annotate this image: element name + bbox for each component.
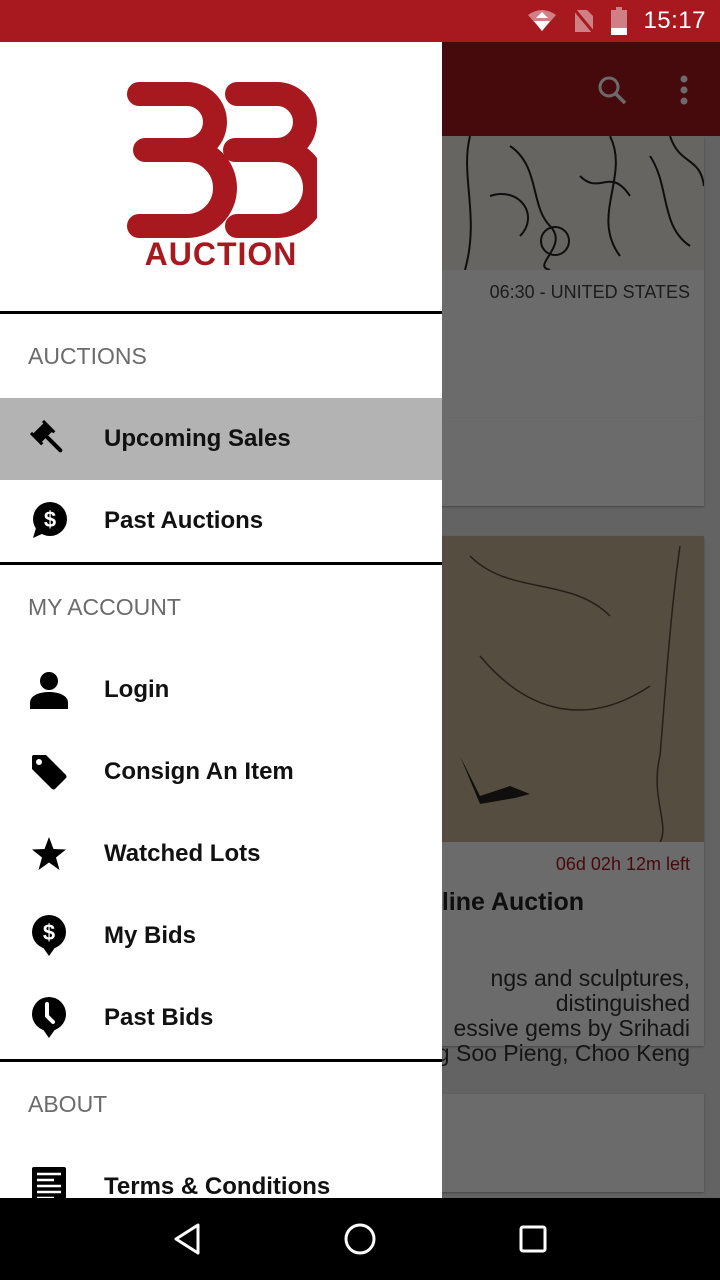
clock-pin-icon bbox=[28, 997, 70, 1039]
nav-label: Upcoming Sales bbox=[104, 425, 291, 452]
battery-low-icon bbox=[611, 7, 628, 35]
nav-label: Login bbox=[104, 676, 170, 703]
nav-item-terms-and-conditions[interactable]: Terms & Conditions bbox=[0, 1146, 442, 1198]
back-button[interactable] bbox=[157, 1209, 217, 1269]
home-icon bbox=[344, 1223, 376, 1255]
person-icon bbox=[28, 669, 70, 711]
nav-label: Past Auctions bbox=[104, 507, 264, 534]
nav-label: Past Bids bbox=[104, 1004, 214, 1031]
recents-icon bbox=[519, 1225, 547, 1253]
status-bar: 15:17 bbox=[0, 0, 720, 42]
nav-label: Consign An Item bbox=[104, 758, 294, 785]
nav-label: Terms & Conditions bbox=[104, 1173, 331, 1198]
svg-text:$: $ bbox=[43, 920, 55, 945]
section-label-my-account: MY ACCOUNT bbox=[28, 593, 181, 620]
logo-wordmark: AUCTION bbox=[144, 236, 298, 272]
section-label-auctions: AUCTIONS bbox=[28, 342, 147, 369]
nav-item-watched-lots[interactable]: Watched Lots bbox=[0, 813, 442, 895]
recents-button[interactable] bbox=[503, 1209, 563, 1269]
drawer-header: AUCTION bbox=[0, 42, 442, 314]
nav-item-past-auctions[interactable]: $ Past Auctions bbox=[0, 480, 442, 562]
logo-digits bbox=[127, 82, 317, 238]
document-icon bbox=[28, 1166, 70, 1198]
back-icon bbox=[174, 1223, 200, 1255]
system-navigation-bar bbox=[0, 1198, 720, 1280]
svg-text:$: $ bbox=[44, 507, 56, 532]
33-auction-logo: AUCTION bbox=[125, 80, 317, 273]
nav-item-my-bids[interactable]: $ My Bids bbox=[0, 895, 442, 977]
no-sim-icon bbox=[573, 8, 596, 34]
dollar-chat-icon: $ bbox=[28, 500, 70, 542]
nav-item-consign-an-item[interactable]: Consign An Item bbox=[0, 731, 442, 813]
clock: 15:17 bbox=[643, 7, 706, 34]
nav-label: Watched Lots bbox=[104, 840, 261, 867]
star-icon bbox=[28, 833, 70, 875]
dollar-pin-icon: $ bbox=[28, 915, 70, 957]
navigation-drawer: AUCTION AUCTIONS Upcoming Sales $ Past A… bbox=[0, 42, 442, 1198]
home-button[interactable] bbox=[330, 1209, 390, 1269]
nav-item-login[interactable]: Login bbox=[0, 649, 442, 731]
nav-item-past-bids[interactable]: Past Bids bbox=[0, 977, 442, 1059]
wifi-icon bbox=[527, 9, 557, 33]
section-label-about: ABOUT bbox=[28, 1090, 108, 1117]
nav-item-upcoming-sales[interactable]: Upcoming Sales bbox=[0, 398, 442, 480]
nav-label: My Bids bbox=[104, 922, 197, 949]
gavel-icon bbox=[28, 418, 70, 460]
tag-icon bbox=[28, 751, 70, 793]
